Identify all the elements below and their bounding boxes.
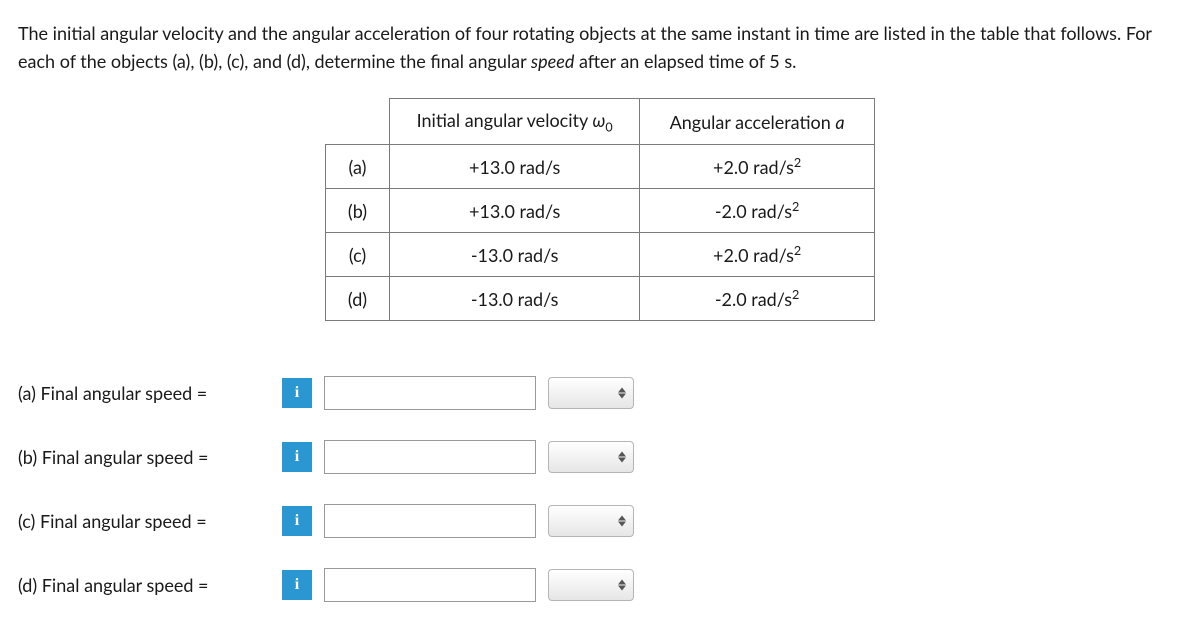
unit-select-wrap (548, 569, 634, 601)
velocity-cell: +13.0 rad/s (390, 145, 640, 189)
col-header-accel: Angular acceleration a (640, 98, 875, 145)
alpha-symbol: a (835, 111, 844, 133)
info-button[interactable]: i (282, 442, 312, 472)
unit-select-wrap (548, 505, 634, 537)
data-table: Initial angular velocity ω0 Angular acce… (325, 98, 875, 322)
table-row: (d) -13.0 rad/s -2.0 rad/s2 (325, 277, 874, 321)
col1-prefix: Initial angular velocity (417, 109, 593, 131)
unit-select-wrap (548, 441, 634, 473)
unit-select-a[interactable] (548, 377, 634, 409)
row-label: (b) (325, 189, 389, 233)
velocity-cell: -13.0 rad/s (390, 233, 640, 277)
velocity-cell: +13.0 rad/s (390, 189, 640, 233)
answer-input-c[interactable] (324, 504, 536, 538)
info-button[interactable]: i (282, 506, 312, 536)
row-label: (d) (325, 277, 389, 321)
answer-row-d: (d) Final angular speed = i (18, 568, 1182, 602)
unit-select-b[interactable] (548, 441, 634, 473)
omega-sub: 0 (605, 119, 612, 134)
question-text: The initial angular velocity and the ang… (18, 20, 1182, 76)
accel-sq: 2 (794, 155, 801, 170)
info-button[interactable]: i (282, 570, 312, 600)
omega-symbol: ω (592, 109, 605, 131)
info-button[interactable]: i (282, 378, 312, 408)
table-row: (c) -13.0 rad/s +2.0 rad/s2 (325, 233, 874, 277)
unit-select-wrap (548, 377, 634, 409)
accel-cell: -2.0 rad/s2 (640, 277, 875, 321)
accel-val: -2.0 rad/s (715, 200, 792, 222)
velocity-cell: -13.0 rad/s (390, 277, 640, 321)
answer-row-a: (a) Final angular speed = i (18, 376, 1182, 410)
answer-input-b[interactable] (324, 440, 536, 474)
answer-label: (c) Final angular speed = (18, 510, 270, 532)
answers-section: (a) Final angular speed = i (b) Final an… (18, 376, 1182, 602)
answer-label: (a) Final angular speed = (18, 382, 270, 404)
answer-input-d[interactable] (324, 568, 536, 602)
row-label: (a) (325, 145, 389, 189)
accel-sq: 2 (794, 243, 801, 258)
answer-row-c: (c) Final angular speed = i (18, 504, 1182, 538)
accel-sq: 2 (792, 287, 799, 302)
accel-val: -2.0 rad/s (715, 288, 792, 310)
col-header-velocity: Initial angular velocity ω0 (390, 98, 640, 145)
answer-row-b: (b) Final angular speed = i (18, 440, 1182, 474)
accel-cell: +2.0 rad/s2 (640, 233, 875, 277)
answer-input-a[interactable] (324, 376, 536, 410)
question-part2: after an elapsed time of 5 s. (574, 50, 796, 72)
table-corner (325, 98, 389, 145)
accel-sq: 2 (792, 199, 799, 214)
table-row: (a) +13.0 rad/s +2.0 rad/s2 (325, 145, 874, 189)
accel-cell: +2.0 rad/s2 (640, 145, 875, 189)
answer-label: (d) Final angular speed = (18, 574, 270, 596)
table-row: (b) +13.0 rad/s -2.0 rad/s2 (325, 189, 874, 233)
accel-cell: -2.0 rad/s2 (640, 189, 875, 233)
col2-prefix: Angular acceleration (670, 111, 836, 133)
unit-select-d[interactable] (548, 569, 634, 601)
accel-val: +2.0 rad/s (713, 156, 794, 178)
row-label: (c) (325, 233, 389, 277)
unit-select-c[interactable] (548, 505, 634, 537)
accel-val: +2.0 rad/s (713, 244, 794, 266)
question-italic: speed (531, 50, 574, 72)
answer-label: (b) Final angular speed = (18, 446, 270, 468)
